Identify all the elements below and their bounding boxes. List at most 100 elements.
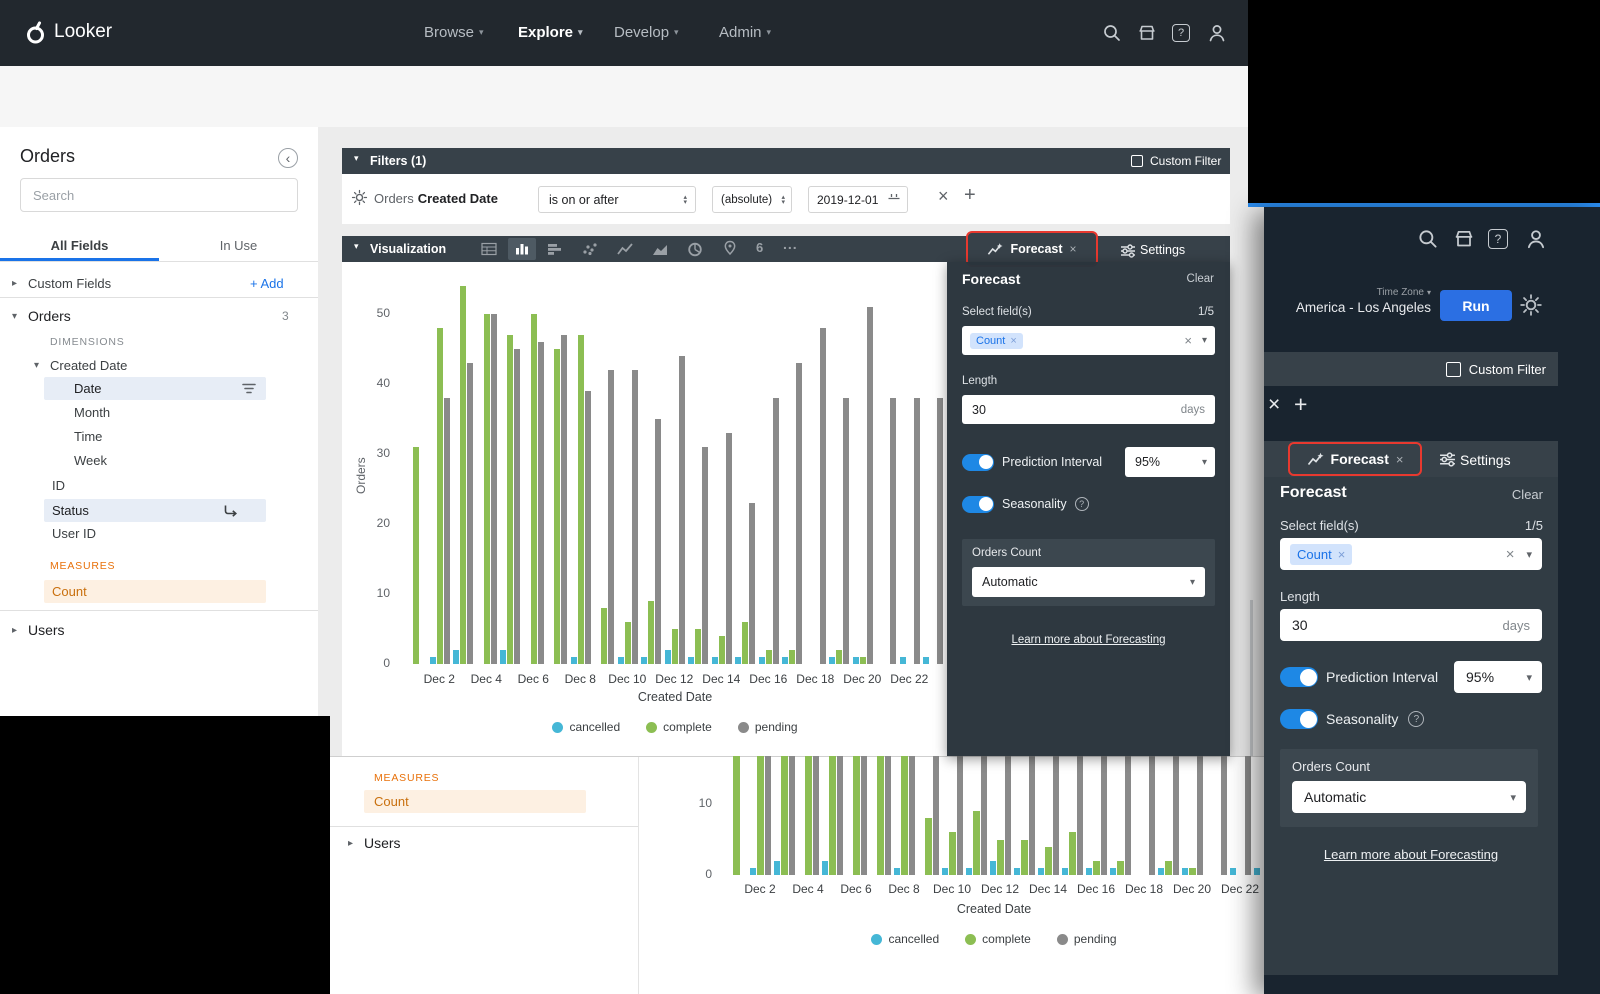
orders-count-select[interactable]: Automatic ▾ — [1292, 781, 1526, 813]
prediction-interval-toggle[interactable] — [962, 454, 994, 471]
prediction-interval-select[interactable]: 95% ▾ — [1454, 661, 1542, 693]
bar-pending[interactable] — [444, 398, 450, 664]
bar-complete[interactable] — [625, 622, 631, 664]
field-week[interactable]: Week — [74, 453, 107, 468]
bar-complete[interactable] — [695, 629, 701, 664]
field-date[interactable]: Date — [44, 377, 266, 400]
learn-more-link[interactable]: Learn more about Forecasting — [947, 630, 1230, 648]
legend-item[interactable]: pending — [738, 720, 798, 734]
bar-complete[interactable] — [805, 756, 812, 875]
collapse-sidebar-icon[interactable]: ‹ — [278, 148, 298, 168]
bar-complete[interactable] — [719, 636, 725, 664]
clear-button[interactable]: Clear — [1187, 273, 1214, 285]
bar-cancelled[interactable] — [894, 868, 901, 875]
length-input[interactable]: 30 days — [962, 395, 1215, 424]
run-button[interactable]: Run — [1440, 290, 1512, 321]
bar-pending[interactable] — [813, 756, 820, 875]
viz-pie-icon[interactable] — [686, 241, 704, 257]
search-icon[interactable] — [1416, 227, 1440, 251]
bar-pending[interactable] — [655, 419, 661, 664]
bar-cancelled[interactable] — [1038, 868, 1045, 875]
bar-cancelled[interactable] — [900, 657, 906, 664]
bar-pending[interactable] — [726, 433, 732, 664]
filter-mode-select[interactable]: (absolute) ▴▾ — [712, 186, 792, 213]
chip-close-icon[interactable]: × — [1010, 335, 1016, 347]
bar-pending[interactable] — [765, 756, 772, 875]
bar-pending[interactable] — [837, 756, 844, 875]
bar-complete[interactable] — [742, 622, 748, 664]
bar-pending[interactable] — [1149, 756, 1156, 875]
bar-cancelled[interactable] — [853, 657, 859, 664]
bar-pending[interactable] — [585, 391, 591, 664]
bar-cancelled[interactable] — [735, 657, 741, 664]
gear-icon[interactable] — [1519, 293, 1543, 317]
nav-menu-explore[interactable]: Explore ▾ — [518, 24, 583, 41]
bar-complete[interactable] — [766, 650, 772, 664]
clear-field-icon[interactable]: × — [1506, 546, 1515, 563]
prediction-interval-select[interactable]: 95% ▾ — [1125, 447, 1215, 477]
search-icon[interactable] — [1101, 22, 1123, 44]
bar-cancelled[interactable] — [829, 657, 835, 664]
field-count[interactable]: Count — [364, 790, 586, 813]
field-time[interactable]: Time — [74, 429, 102, 444]
bar-pending[interactable] — [491, 314, 497, 664]
filters-section-bar[interactable]: ▾ Filters (1) Custom Filter — [342, 148, 1230, 174]
custom-fields-row[interactable]: ▸ Custom Fields + Add — [0, 270, 318, 296]
bar-pending[interactable] — [1197, 756, 1204, 875]
bar-complete[interactable] — [949, 832, 956, 875]
bar-pending[interactable] — [957, 756, 964, 875]
bar-pending[interactable] — [1053, 756, 1060, 875]
bar-pending[interactable] — [861, 756, 868, 875]
users-group-row[interactable]: ▸ Users — [0, 616, 318, 644]
settings-tune-icon[interactable] — [1439, 452, 1456, 467]
viz-table-icon[interactable] — [480, 241, 498, 257]
viz-single-value-icon[interactable]: 6 — [756, 240, 763, 255]
viz-area-icon[interactable] — [651, 241, 669, 257]
bar-cancelled[interactable] — [782, 657, 788, 664]
bar-complete[interactable] — [554, 349, 560, 664]
nav-menu-develop[interactable]: Develop ▾ — [614, 24, 679, 41]
bar-pending[interactable] — [937, 398, 943, 664]
bar-pending[interactable] — [796, 363, 802, 664]
bar-pending[interactable] — [981, 756, 988, 875]
settings-button[interactable]: Settings — [1140, 243, 1185, 257]
legend-item[interactable]: cancelled — [871, 932, 939, 946]
bar-pending[interactable] — [1173, 756, 1180, 875]
bar-cancelled[interactable] — [750, 868, 757, 875]
bar-pending[interactable] — [632, 370, 638, 664]
bar-complete[interactable] — [437, 328, 443, 664]
clear-field-icon[interactable]: × — [1184, 333, 1192, 348]
field-count[interactable]: Count — [44, 580, 266, 603]
tab-in-use[interactable]: In Use — [159, 232, 318, 260]
help-icon[interactable]: ? — [1488, 229, 1508, 249]
bar-pending[interactable] — [867, 307, 873, 664]
bar-pending[interactable] — [608, 370, 614, 664]
chevron-down-icon[interactable]: ▾ — [1202, 335, 1207, 346]
field-chip[interactable]: Count × — [970, 333, 1023, 349]
bar-cancelled[interactable] — [665, 650, 671, 664]
bar-cancelled[interactable] — [712, 657, 718, 664]
length-input[interactable]: 30 days — [1280, 609, 1542, 641]
bar-cancelled[interactable] — [1254, 868, 1261, 875]
seasonality-toggle[interactable] — [1280, 709, 1318, 729]
field-month[interactable]: Month — [74, 405, 110, 420]
bar-cancelled[interactable] — [1086, 868, 1093, 875]
bar-complete[interactable] — [601, 608, 607, 664]
viz-more-icon[interactable]: ... — [783, 236, 798, 252]
bar-cancelled[interactable] — [759, 657, 765, 664]
bar-complete[interactable] — [853, 756, 860, 875]
marketplace-icon[interactable] — [1136, 22, 1158, 44]
nav-menu-browse[interactable]: Browse ▾ — [424, 24, 484, 41]
search-input[interactable] — [20, 178, 298, 212]
bar-cancelled[interactable] — [1110, 868, 1117, 875]
marketplace-icon[interactable] — [1452, 227, 1476, 251]
add-filter-icon[interactable]: + — [964, 184, 976, 207]
bar-cancelled[interactable] — [618, 657, 624, 664]
prediction-interval-toggle[interactable] — [1280, 667, 1318, 687]
bar-cancelled[interactable] — [990, 861, 997, 875]
legend-item[interactable]: complete — [646, 720, 712, 734]
field-select-input[interactable]: Count × × ▾ — [1280, 538, 1542, 570]
bar-cancelled[interactable] — [923, 657, 929, 664]
chip-close-icon[interactable]: × — [1338, 547, 1346, 562]
bar-pending[interactable] — [789, 756, 796, 875]
